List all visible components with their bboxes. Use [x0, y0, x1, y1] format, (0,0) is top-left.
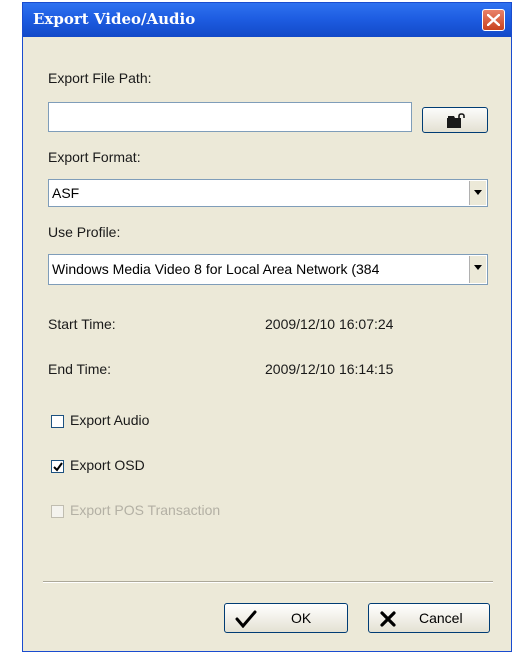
start-time-value: 2009/12/10 16:07:24 [265, 316, 394, 332]
close-button[interactable] [482, 9, 505, 31]
ok-label: OK [291, 610, 312, 626]
profile-label: Use Profile: [48, 224, 121, 240]
folder-icon [447, 113, 465, 128]
close-icon [487, 14, 500, 26]
chevron-down-icon [474, 265, 482, 270]
export-osd-checkbox[interactable] [51, 460, 64, 473]
start-time-label: Start Time: [48, 316, 116, 332]
profile-value: Windows Media Video 8 for Local Area Net… [52, 261, 380, 277]
export-path-input[interactable] [48, 102, 412, 132]
profile-dropdown-button[interactable] [469, 256, 486, 283]
export-audio-checkbox[interactable] [51, 415, 64, 428]
title-bar: Export Video/Audio [23, 3, 511, 37]
cancel-button[interactable]: Cancel [368, 603, 490, 633]
divider [43, 581, 493, 583]
export-audio-label: Export Audio [70, 412, 150, 428]
export-pos-label: Export POS Transaction [70, 502, 221, 518]
export-pos-checkbox[interactable] [51, 505, 64, 518]
ok-button[interactable]: OK [224, 603, 348, 633]
export-format-select[interactable]: ASF [48, 179, 488, 207]
export-dialog: Export Video/Audio Export File Path: Exp… [22, 2, 512, 652]
checkmark-icon [53, 462, 63, 472]
cancel-label: Cancel [419, 610, 463, 626]
export-format-dropdown-button[interactable] [469, 181, 486, 205]
x-icon [380, 611, 396, 627]
window-title: Export Video/Audio [33, 10, 196, 28]
export-format-value: ASF [52, 185, 80, 201]
browse-button[interactable] [422, 107, 488, 133]
export-format-label: Export Format: [48, 149, 141, 165]
end-time-label: End Time: [48, 361, 112, 377]
end-time-value: 2009/12/10 16:14:15 [265, 361, 394, 377]
export-path-label: Export File Path: [48, 70, 152, 86]
check-icon [235, 610, 257, 628]
profile-select[interactable]: Windows Media Video 8 for Local Area Net… [48, 254, 488, 285]
chevron-down-icon [474, 190, 482, 195]
export-osd-label: Export OSD [70, 457, 145, 473]
